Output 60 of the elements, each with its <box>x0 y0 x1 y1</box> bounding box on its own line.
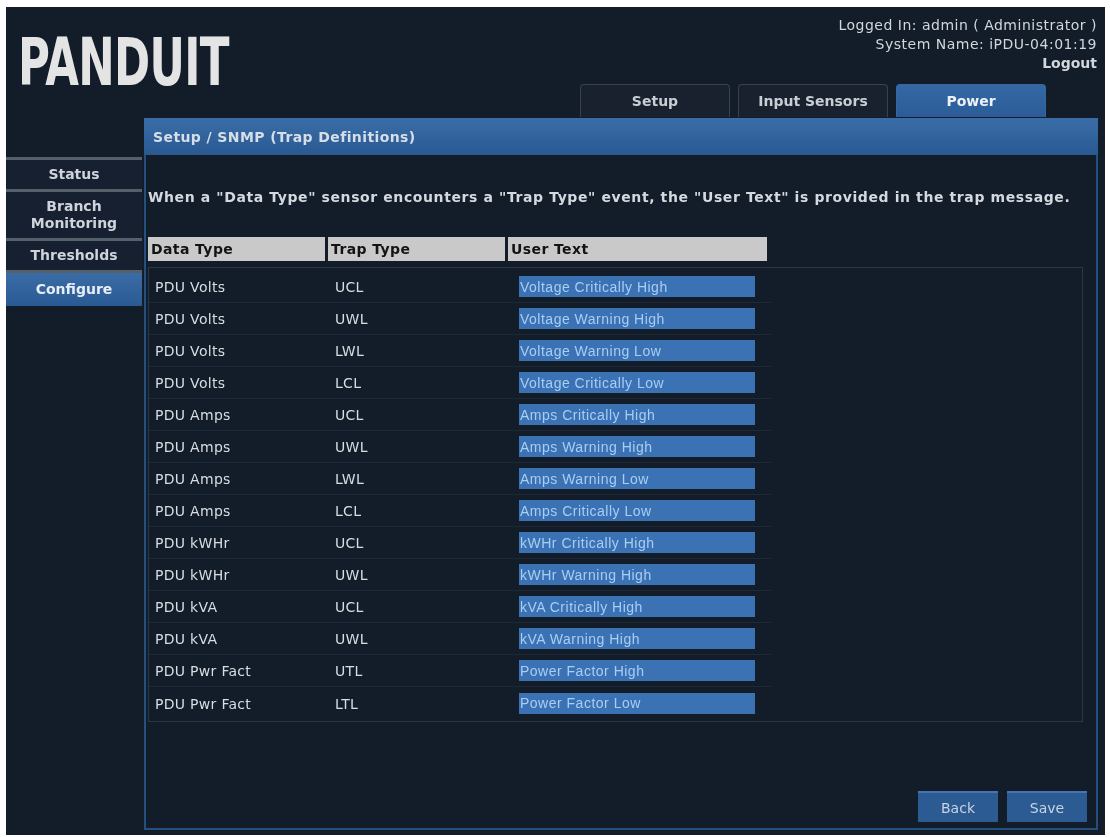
table-cell: PDU Volts <box>155 343 226 359</box>
table-cell: LWL <box>335 471 365 487</box>
table-cell: PDU kWHr <box>155 567 230 583</box>
action-button[interactable]: Back <box>918 791 998 822</box>
sidebar-item[interactable]: Branch Monitoring <box>6 189 142 238</box>
instruction-text: When a "Data Type" sensor encounters a "Trap Type" event, the "User Text" is provided in the trap message. <box>148 189 1072 206</box>
table-cell: UTL <box>335 663 363 679</box>
sidebar-item[interactable]: Status <box>6 157 142 189</box>
column-header: Data Type <box>148 237 325 261</box>
user-text-field[interactable]: Amps Critically High <box>519 404 755 425</box>
table-cell: PDU Amps <box>155 439 231 455</box>
table-cell: PDU Volts <box>155 279 226 295</box>
table-cell: UWL <box>335 567 368 583</box>
user-text-field[interactable]: kVA Warning High <box>519 628 755 649</box>
table-cell: LWL <box>335 343 365 359</box>
table-cell: PDU kWHr <box>155 535 230 551</box>
user-text-field[interactable]: kWHr Critically High <box>519 532 755 553</box>
user-text-field[interactable]: Voltage Warning Low <box>519 340 755 361</box>
section-title-bar: Setup / SNMP (Trap Definitions) <box>144 118 1098 155</box>
table-cell: PDU Pwr Fact <box>155 663 252 679</box>
table-cell: PDU Pwr Fact <box>155 695 252 712</box>
logo: PANDUIT <box>18 30 229 96</box>
table-cell: LCL <box>335 503 362 519</box>
tab[interactable]: Power <box>896 84 1046 117</box>
sidebar-item[interactable]: Configure <box>6 270 142 306</box>
user-text-field[interactable]: Amps Warning High <box>519 436 755 457</box>
table-cell: PDU Amps <box>155 471 231 487</box>
table-cell: UCL <box>335 279 364 295</box>
tab[interactable]: Setup <box>580 84 730 117</box>
user-text-field[interactable]: Amps Warning Low <box>519 468 755 489</box>
table-cell: PDU kVA <box>155 599 218 615</box>
table-cell: PDU Volts <box>155 375 226 391</box>
table-cell: PDU Volts <box>155 311 226 327</box>
user-text-field[interactable]: Voltage Critically Low <box>519 372 755 393</box>
table-cell: UWL <box>335 439 368 455</box>
table-cell: UWL <box>335 311 368 327</box>
system-name: System Name: iPDU-04:01:19 <box>875 35 1097 54</box>
table-cell: UCL <box>335 599 364 615</box>
table-cell: PDU kVA <box>155 631 218 647</box>
table-cell: UWL <box>335 631 368 647</box>
table-cell: UCL <box>335 407 364 423</box>
table-cell: LTL <box>335 695 359 712</box>
tab[interactable]: Input Sensors <box>738 84 888 117</box>
table-cell: UCL <box>335 535 364 551</box>
login-status: Logged In: admin ( Administrator ) <box>838 16 1097 35</box>
action-button[interactable]: Save <box>1007 791 1087 822</box>
column-header: User Text <box>508 237 767 261</box>
table-cell: PDU Amps <box>155 407 231 423</box>
logout-link[interactable]: Logout <box>1042 54 1097 73</box>
user-text-field[interactable]: kWHr Warning High <box>519 564 755 585</box>
user-text-field[interactable]: Power Factor High <box>519 660 755 681</box>
column-header: Trap Type <box>328 237 505 261</box>
sidebar-item[interactable]: Thresholds <box>6 238 142 270</box>
user-text-field[interactable]: Power Factor Low <box>519 692 755 714</box>
user-text-field[interactable]: Voltage Critically High <box>519 276 755 297</box>
user-text-field[interactable]: kVA Critically High <box>519 596 755 617</box>
table-cell: PDU Amps <box>155 503 231 519</box>
user-text-field[interactable]: Voltage Warning High <box>519 308 755 329</box>
user-text-field[interactable]: Amps Critically Low <box>519 500 755 521</box>
table-cell: LCL <box>335 375 362 391</box>
